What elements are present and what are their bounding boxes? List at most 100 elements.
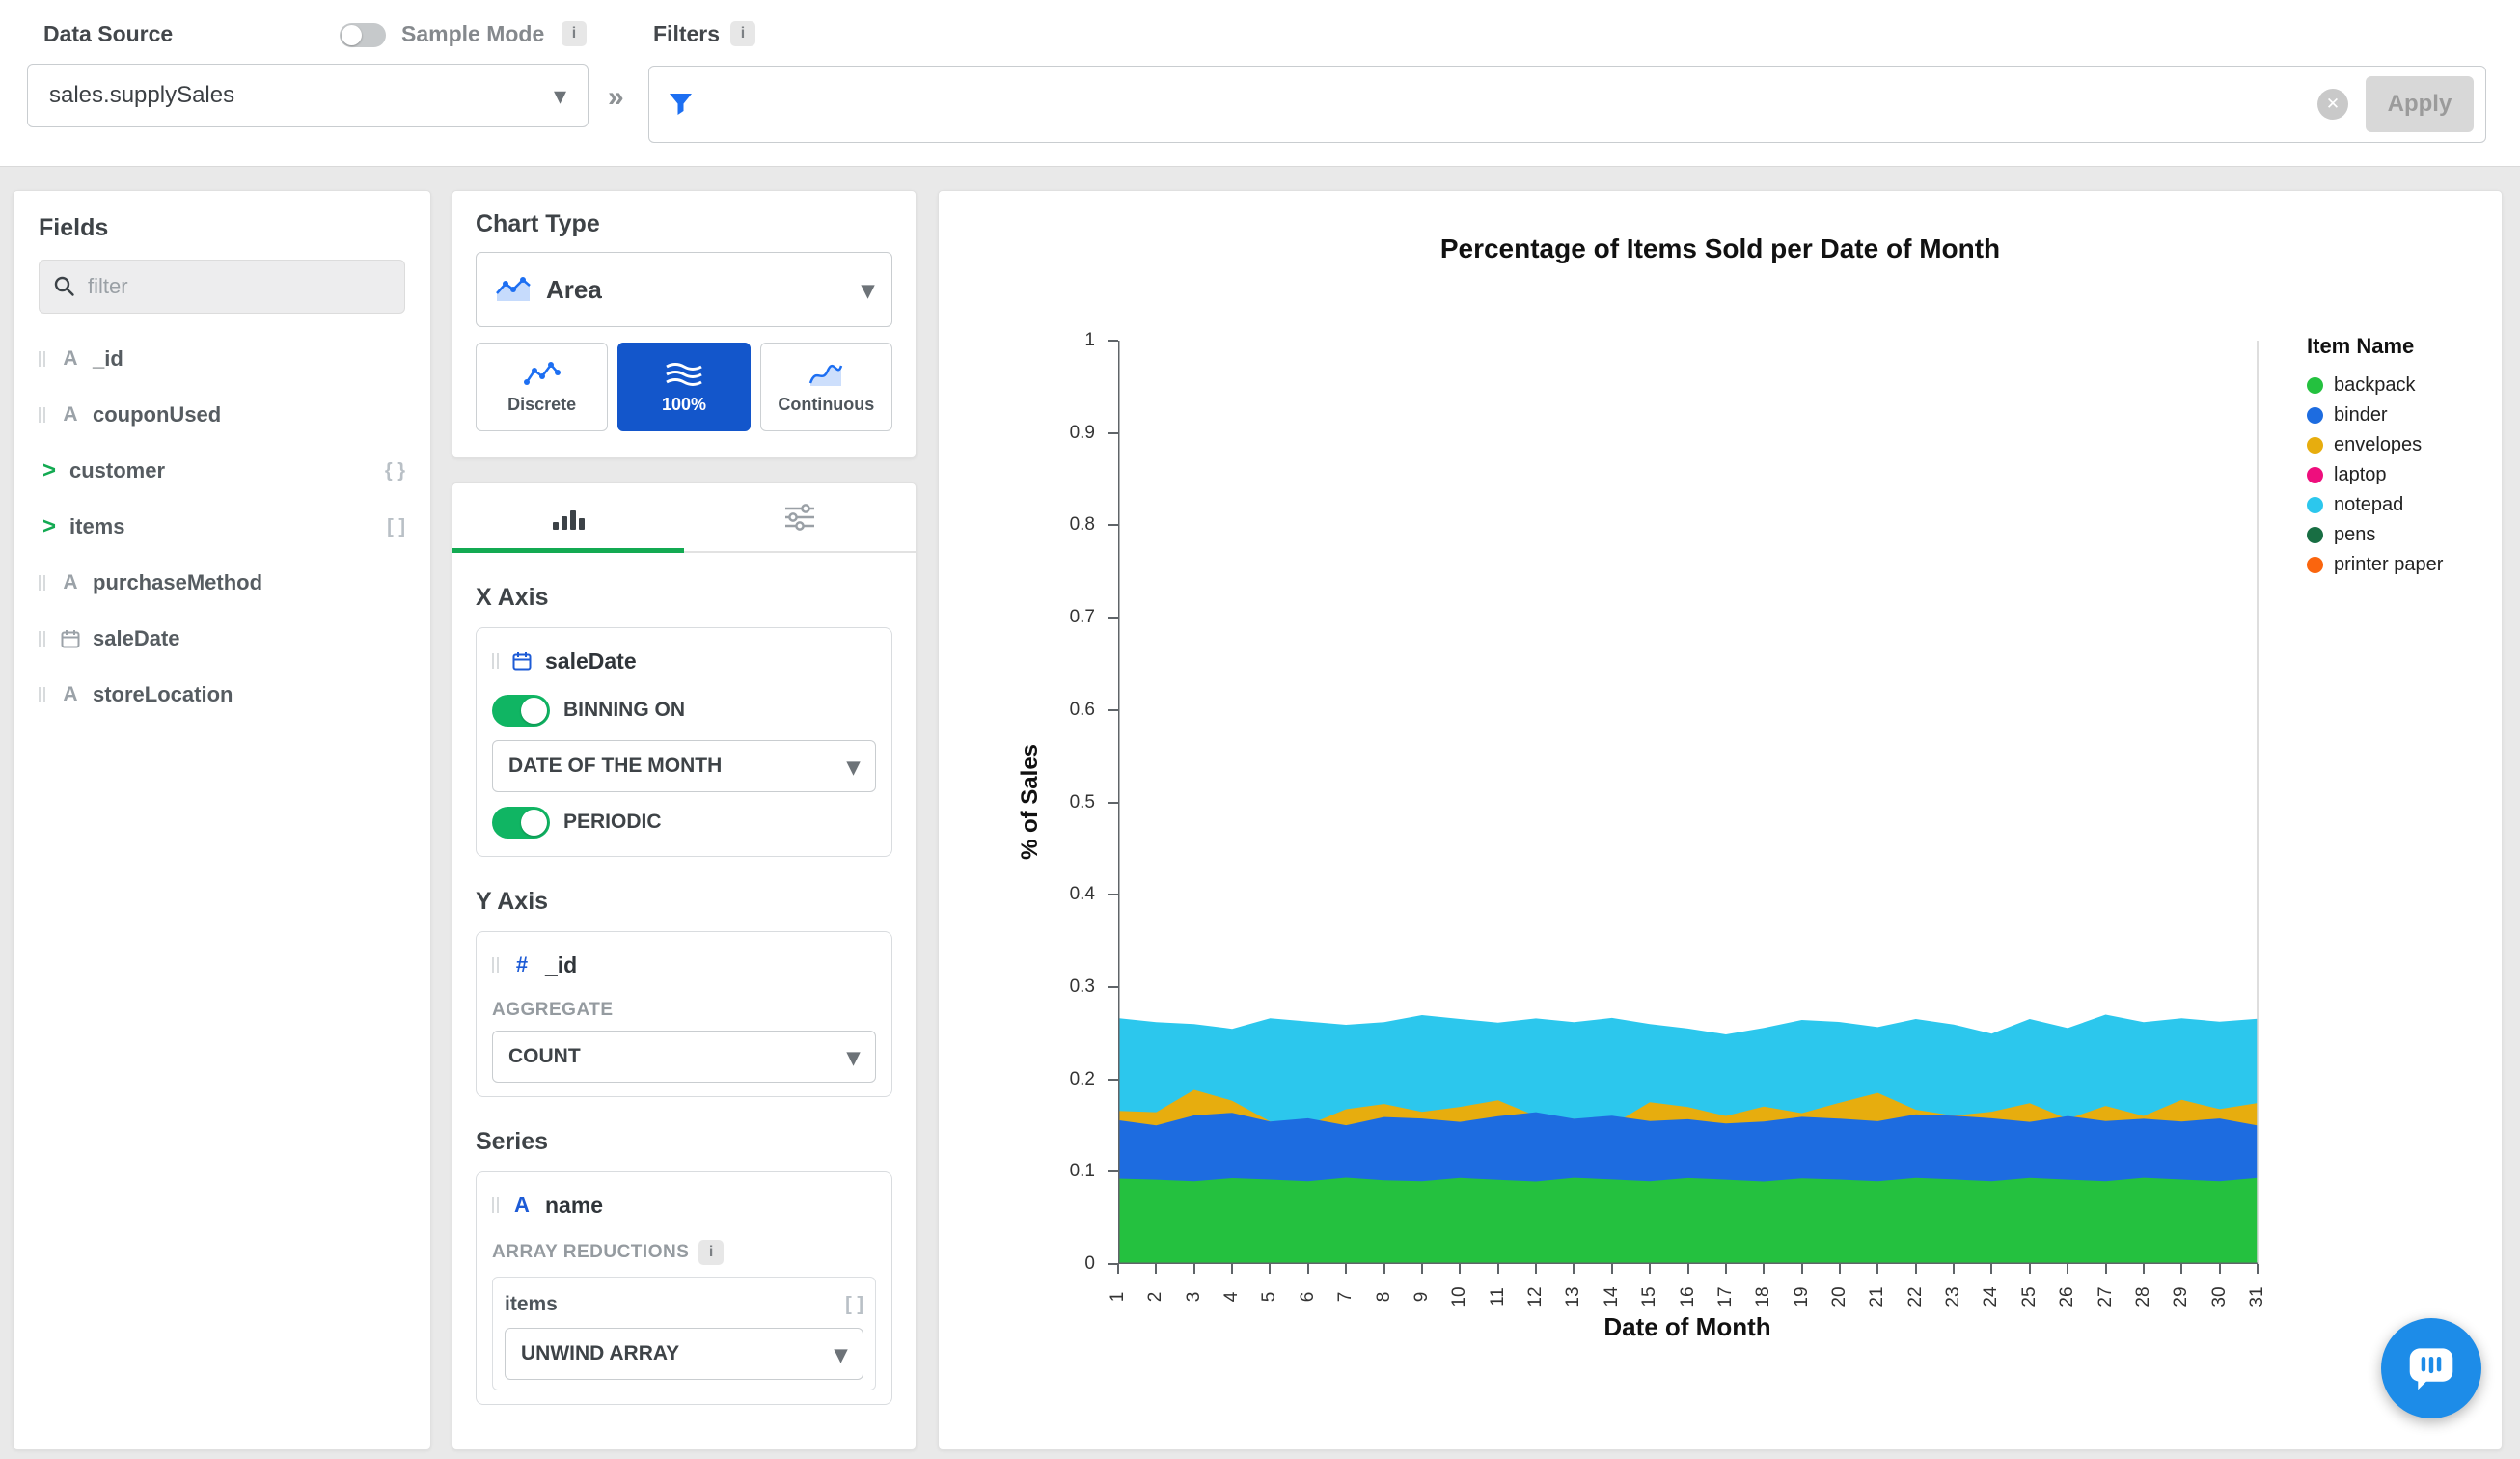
chevron-down-icon <box>847 1042 860 1072</box>
x-tick-mark <box>1193 1264 1195 1274</box>
unwind-array-select[interactable]: UNWIND ARRAY <box>505 1328 863 1380</box>
field-search-input[interactable] <box>86 273 391 300</box>
variant-continuous-button[interactable]: Continuous <box>760 343 892 431</box>
expand-chevron-icon[interactable] <box>42 457 56 484</box>
legend-title: Item Name <box>2307 334 2500 359</box>
area-series-backpack[interactable] <box>1118 1178 2258 1265</box>
x-tick-mark <box>2257 1264 2259 1274</box>
field-row-saledate[interactable]: saleDate <box>39 611 405 667</box>
array-reductions-info-icon[interactable] <box>698 1240 724 1265</box>
apply-button[interactable]: Apply <box>2366 76 2474 132</box>
filters-info-icon[interactable] <box>730 21 755 46</box>
variant-discrete-button[interactable]: Discrete <box>476 343 608 431</box>
legend-swatch <box>2307 377 2323 394</box>
binning-toggle[interactable] <box>492 695 550 727</box>
legend-label: binder <box>2334 404 2388 427</box>
legend-label: backpack <box>2334 374 2416 397</box>
collapse-panel-button[interactable]: » <box>608 81 624 114</box>
expand-chevron-icon[interactable] <box>42 513 56 540</box>
x-tick-label: 27 <box>2095 1286 2117 1307</box>
x-tick-label: 14 <box>1602 1286 1623 1307</box>
x-tick-label: 7 <box>1335 1292 1356 1303</box>
periodic-toggle[interactable] <box>492 807 550 839</box>
plot-area: 00.10.20.30.40.50.60.70.80.9112345678910… <box>939 191 2502 1449</box>
calendar-icon <box>509 650 534 672</box>
x-tick-label: 31 <box>2247 1286 2268 1307</box>
string-type-icon <box>58 571 83 594</box>
clear-filter-icon[interactable] <box>2317 89 2348 120</box>
field-row-purchasemethod[interactable]: purchaseMethod <box>39 555 405 611</box>
legend-label: laptop <box>2334 464 2387 486</box>
y-tick-label: 0.8 <box>939 513 1095 537</box>
data-source-value: sales.supplySales <box>49 82 234 109</box>
legend-swatch <box>2307 557 2323 573</box>
field-name: purchaseMethod <box>93 570 262 595</box>
chat-launcher-button[interactable] <box>2381 1318 2481 1418</box>
y-tick-mark <box>1108 1079 1118 1081</box>
x-tick-mark <box>1876 1264 1878 1274</box>
y-axis-field-chip[interactable]: _id <box>492 946 876 984</box>
aggregate-select[interactable]: COUNT <box>492 1031 876 1083</box>
aggregate-label: AGGREGATE <box>492 1000 876 1021</box>
x-tick-label: 6 <box>1298 1292 1319 1303</box>
x-tick-mark <box>2105 1264 2107 1274</box>
y-tick-mark <box>1108 617 1118 619</box>
array-type-badge: [ ] <box>387 516 405 538</box>
filter-bar[interactable]: Apply <box>648 66 2486 143</box>
object-type-badge: { } <box>385 460 405 482</box>
legend-swatch <box>2307 527 2323 543</box>
encoding-panel: X Axis saleDate BINNING ON DATE OF THE M… <box>452 482 917 1450</box>
x-tick-label: 24 <box>1981 1286 2002 1307</box>
y-tick-mark <box>1108 340 1118 342</box>
legend-swatch <box>2307 407 2323 424</box>
variant-label: Continuous <box>778 395 874 415</box>
y-tick-label: 0.6 <box>939 699 1095 722</box>
field-row-storelocation[interactable]: storeLocation <box>39 667 405 723</box>
chart-type-select[interactable]: Area <box>476 252 892 327</box>
x-tick-label: 18 <box>1753 1286 1774 1307</box>
y-tick-mark <box>1108 709 1118 711</box>
x-tick-label: 26 <box>2057 1286 2078 1307</box>
y-tick-label: 0.4 <box>939 883 1095 906</box>
field-row-couponused[interactable]: couponUsed <box>39 387 405 443</box>
x-axis-field-chip[interactable]: saleDate <box>492 642 876 680</box>
field-row-customer[interactable]: customer { } <box>39 443 405 499</box>
x-tick-mark <box>1801 1264 1803 1274</box>
field-row-id[interactable]: _id <box>39 331 405 387</box>
y-tick-label: 1 <box>939 329 1095 352</box>
array-type-badge: [ ] <box>845 1294 863 1316</box>
x-tick-mark <box>1990 1264 1992 1274</box>
chart-preview-panel: Percentage of Items Sold per Date of Mon… <box>938 190 2503 1450</box>
y-tick-label: 0.7 <box>939 606 1095 629</box>
y-tick-mark <box>1108 894 1118 895</box>
field-search-box[interactable] <box>39 260 405 314</box>
field-row-items[interactable]: items [ ] <box>39 499 405 555</box>
field-name: couponUsed <box>93 402 221 427</box>
sample-mode-info-icon[interactable] <box>562 21 587 46</box>
legend-item-laptop: laptop <box>2307 460 2500 490</box>
legend-item-pens: pens <box>2307 520 2500 550</box>
x-tick-mark <box>1573 1264 1575 1274</box>
data-source-select[interactable]: sales.supplySales <box>27 64 589 127</box>
legend-item-binder: binder <box>2307 400 2500 430</box>
binning-unit-value: DATE OF THE MONTH <box>508 755 722 778</box>
drag-handle-icon <box>39 631 45 647</box>
tab-customize[interactable] <box>684 483 916 551</box>
legend-label: pens <box>2334 524 2375 546</box>
sample-mode-toggle[interactable] <box>340 23 386 47</box>
periodic-label: PERIODIC <box>563 811 662 834</box>
drag-handle-icon <box>39 407 45 423</box>
series-section-title: Series <box>476 1128 892 1156</box>
drag-handle-icon <box>39 351 45 367</box>
x-tick-mark <box>2180 1264 2182 1274</box>
x-tick-label: 16 <box>1678 1286 1699 1307</box>
series-field-chip[interactable]: name <box>492 1186 876 1225</box>
x-tick-label: 9 <box>1411 1292 1433 1303</box>
variant-100-percent-button[interactable]: 100% <box>617 343 750 431</box>
x-tick-mark <box>2029 1264 2031 1274</box>
binning-unit-select[interactable]: DATE OF THE MONTH <box>492 740 876 792</box>
drag-handle-icon <box>39 687 45 702</box>
filter-input[interactable] <box>707 67 2317 142</box>
tab-encode[interactable] <box>452 483 684 551</box>
fields-panel-title: Fields <box>39 214 405 242</box>
